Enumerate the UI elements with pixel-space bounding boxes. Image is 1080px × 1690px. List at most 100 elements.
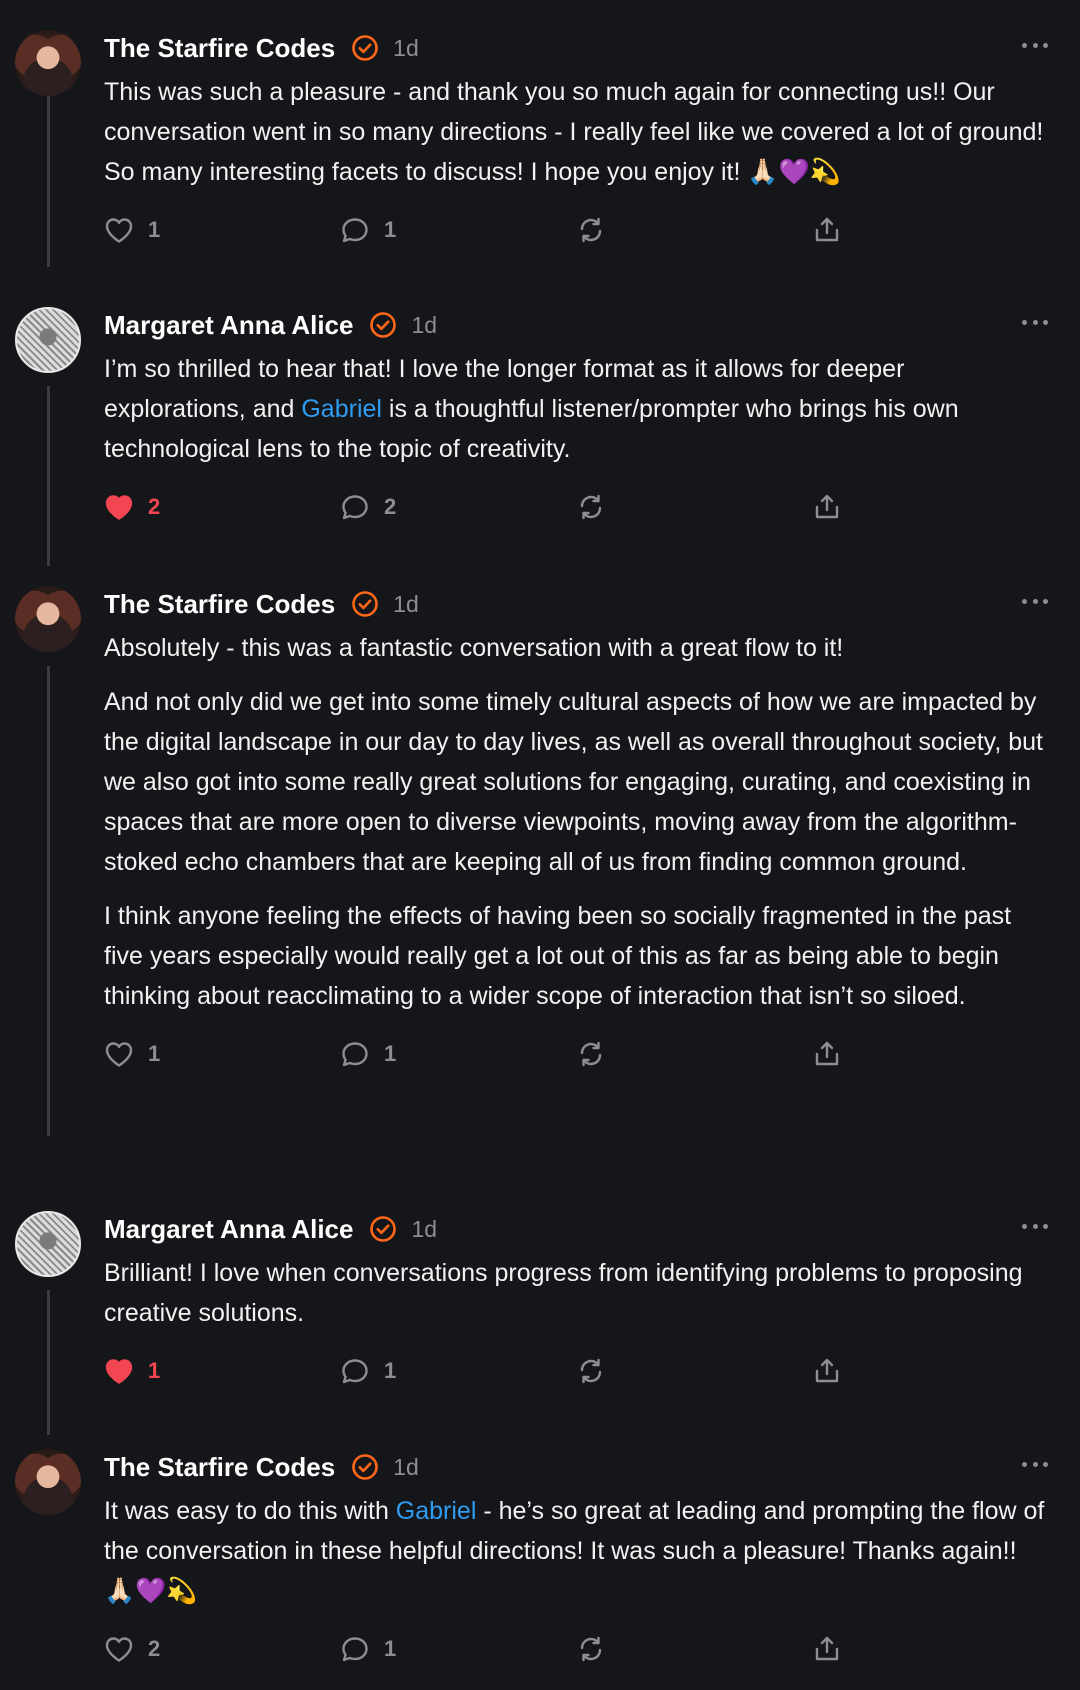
share-icon — [812, 1634, 842, 1664]
share-button[interactable] — [812, 1634, 842, 1664]
verified-badge-icon — [351, 34, 379, 62]
verified-badge-icon — [369, 1215, 397, 1243]
restack-icon — [576, 1635, 606, 1663]
reply-count: 1 — [384, 1041, 397, 1066]
more-options-icon[interactable] — [1022, 317, 1048, 327]
heart-filled-icon — [104, 493, 134, 521]
like-button[interactable]: 1 — [104, 1357, 340, 1385]
reply-count: 1 — [384, 1358, 397, 1383]
share-button[interactable] — [812, 215, 842, 245]
comment-paragraph: Absolutely - this was a fantastic conver… — [104, 634, 844, 662]
restack-button[interactable] — [576, 216, 812, 244]
comment-bubble-icon — [340, 1635, 370, 1663]
restack-icon — [576, 1357, 606, 1385]
comment-actions: 2 2 — [104, 487, 1048, 527]
like-count: 1 — [148, 1041, 161, 1066]
comment-header: Margaret Anna Alice 1d — [104, 307, 1048, 343]
margaret-avatar[interactable] — [15, 1211, 81, 1277]
reply-count: 1 — [384, 217, 397, 242]
restack-button[interactable] — [576, 1635, 812, 1663]
restack-icon — [576, 1040, 606, 1068]
heart-filled-icon — [104, 1357, 134, 1385]
restack-icon — [576, 216, 606, 244]
restack-button[interactable] — [576, 1040, 812, 1068]
comment-header: The Starfire Codes 1d — [104, 30, 1048, 66]
starfire-avatar[interactable] — [15, 30, 81, 96]
author-name[interactable]: Margaret Anna Alice — [104, 1214, 353, 1245]
comment-text: Brilliant! I love when conversations pro… — [104, 1259, 1023, 1327]
reply-count: 2 — [384, 494, 397, 519]
reply-button[interactable]: 1 — [340, 1635, 576, 1663]
like-button[interactable]: 2 — [104, 1635, 340, 1663]
heart-icon — [104, 216, 134, 244]
like-count: 1 — [148, 217, 161, 242]
comment-actions: 1 1 — [104, 1351, 1048, 1391]
comment-bubble-icon — [340, 1040, 370, 1068]
comment-bubble-icon — [340, 493, 370, 521]
verified-badge-icon — [351, 1453, 379, 1481]
share-icon — [812, 1039, 842, 1069]
starfire-avatar[interactable] — [15, 586, 81, 652]
like-button[interactable]: 2 — [104, 493, 340, 521]
author-name[interactable]: The Starfire Codes — [104, 589, 335, 620]
more-options-icon[interactable] — [1022, 40, 1048, 50]
reply-button[interactable]: 1 — [340, 1040, 576, 1068]
comment-header: The Starfire Codes 1d — [104, 586, 1048, 622]
share-button[interactable] — [812, 492, 842, 522]
comment: Margaret Anna Alice 1d Brilliant! I love… — [0, 1211, 1080, 1391]
timestamp[interactable]: 1d — [393, 591, 419, 618]
reply-button[interactable]: 1 — [340, 1357, 576, 1385]
comment-text: This was such a pleasure - and thank you… — [104, 78, 1044, 186]
more-options-icon[interactable] — [1022, 1459, 1048, 1469]
share-button[interactable] — [812, 1356, 842, 1386]
timestamp[interactable]: 1d — [411, 312, 437, 339]
heart-icon — [104, 1040, 134, 1068]
like-count: 2 — [148, 494, 161, 519]
comment-header: The Starfire Codes 1d — [104, 1449, 1048, 1485]
comment: The Starfire Codes 1d Absolutely - this … — [0, 586, 1080, 1074]
comment-paragraph: I think anyone feeling the effects of ha… — [104, 902, 1012, 1010]
verified-badge-icon — [369, 311, 397, 339]
comment: The Starfire Codes 1d It was easy to do … — [0, 1449, 1080, 1669]
mention-link[interactable]: Gabriel — [396, 1497, 477, 1525]
reply-button[interactable]: 1 — [340, 216, 576, 244]
heart-icon — [104, 1635, 134, 1663]
comment-actions: 1 1 — [104, 210, 1048, 250]
starfire-avatar[interactable] — [15, 1449, 81, 1515]
comment-bubble-icon — [340, 1357, 370, 1385]
share-button[interactable] — [812, 1039, 842, 1069]
restack-button[interactable] — [576, 1357, 812, 1385]
comment-header: Margaret Anna Alice 1d — [104, 1211, 1048, 1247]
share-icon — [812, 1356, 842, 1386]
comment-body: This was such a pleasure - and thank you… — [104, 72, 1048, 192]
share-icon — [812, 215, 842, 245]
share-icon — [812, 492, 842, 522]
comment-actions: 2 1 — [104, 1629, 1048, 1669]
like-button[interactable]: 1 — [104, 216, 340, 244]
author-name[interactable]: Margaret Anna Alice — [104, 310, 353, 341]
author-name[interactable]: The Starfire Codes — [104, 1452, 335, 1483]
margaret-avatar[interactable] — [15, 307, 81, 373]
comment-text: I’m so thrilled to hear that! I love the… — [104, 355, 959, 463]
timestamp[interactable]: 1d — [411, 1216, 437, 1243]
more-options-icon[interactable] — [1022, 596, 1048, 606]
author-name[interactable]: The Starfire Codes — [104, 33, 335, 64]
like-count: 1 — [148, 1358, 161, 1383]
restack-icon — [576, 493, 606, 521]
reply-button[interactable]: 2 — [340, 493, 576, 521]
restack-button[interactable] — [576, 493, 812, 521]
timestamp[interactable]: 1d — [393, 35, 419, 62]
comment: Margaret Anna Alice 1d I’m so thrilled t… — [0, 307, 1080, 527]
reply-count: 1 — [384, 1636, 397, 1661]
mention-link[interactable]: Gabriel — [301, 395, 382, 423]
more-options-icon[interactable] — [1022, 1221, 1048, 1231]
verified-badge-icon — [351, 590, 379, 618]
comment: The Starfire Codes 1d This was such a pl… — [0, 30, 1080, 250]
comment-actions: 1 1 — [104, 1034, 1048, 1074]
comment-body: I’m so thrilled to hear that! I love the… — [104, 349, 1048, 469]
like-count: 2 — [148, 1636, 161, 1661]
timestamp[interactable]: 1d — [393, 1454, 419, 1481]
comment-text: It was easy to do this with Gabriel - he… — [104, 1497, 1045, 1605]
comment-body: Absolutely - this was a fantastic conver… — [104, 628, 1048, 1016]
like-button[interactable]: 1 — [104, 1040, 340, 1068]
